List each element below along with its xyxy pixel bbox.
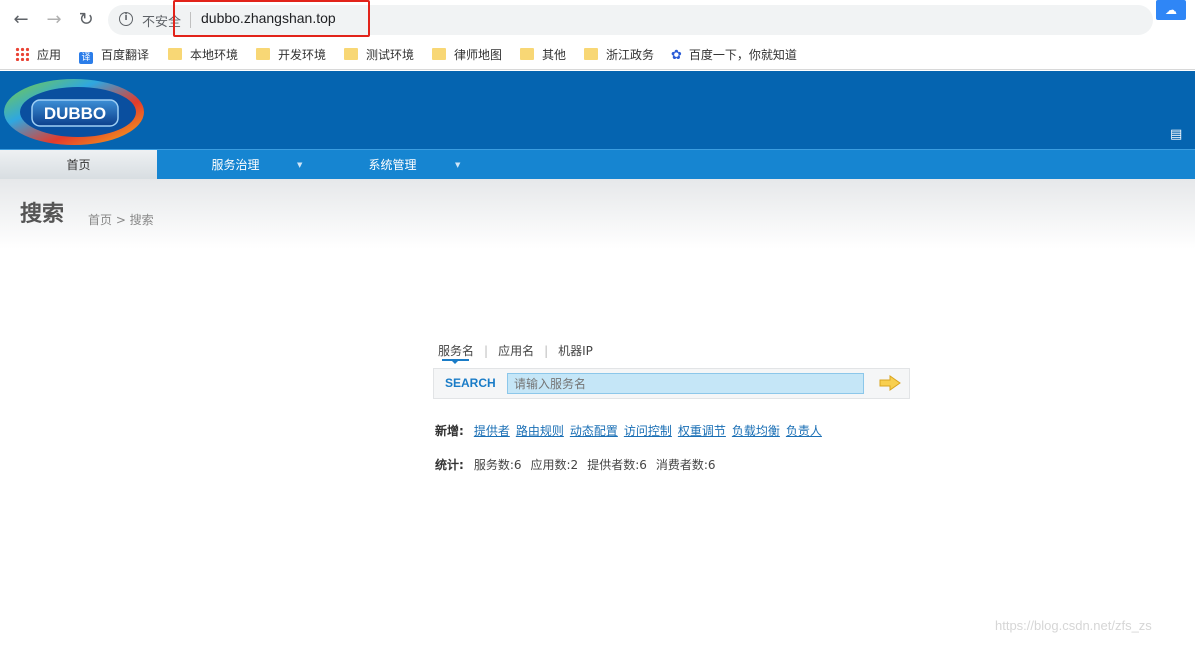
main-menu: 首页 服务治理 ▼ 系统管理 ▼ [0, 149, 1195, 180]
stat-services: 服务数:6 [473, 458, 522, 472]
menu-home[interactable]: 首页 [0, 150, 157, 180]
bookmark-label: 律师地图 [454, 48, 503, 62]
add-owner-link[interactable]: 负责人 [786, 424, 822, 438]
bookmark-dev-env[interactable]: 开发环境 [256, 46, 326, 62]
tab-service-name[interactable]: 服务名 [438, 342, 474, 359]
bookmark-baidu[interactable]: ✿ 百度一下，你就知道 [671, 46, 797, 63]
folder-icon [344, 48, 358, 60]
watermark: https://blog.csdn.net/zfs_zs [995, 618, 1152, 633]
info-icon[interactable]: i [119, 12, 133, 26]
search-tabs: 服务名 | 应用名 | 机器IP [438, 342, 593, 359]
bookmark-apps[interactable]: 应用 [15, 46, 61, 62]
url-highlight-box [173, 0, 370, 37]
reload-icon[interactable]: ↻ [75, 9, 97, 31]
bookmark-local-env[interactable]: 本地环境 [168, 46, 238, 62]
stat-applications: 应用数:2 [530, 458, 579, 472]
folder-icon [520, 48, 534, 60]
stats-label: 统计: [435, 458, 464, 472]
stat-consumers: 消费者数:6 [655, 458, 716, 472]
forward-arrow-icon[interactable]: → [43, 9, 65, 31]
breadcrumb[interactable]: 首页 > 搜索 [88, 211, 154, 228]
add-load-balance-link[interactable]: 负载均衡 [732, 424, 780, 438]
tab-machine-ip[interactable]: 机器IP [558, 342, 593, 359]
app-header: DUBBO ▤ [0, 71, 1195, 149]
add-label: 新增: [435, 424, 464, 438]
folder-icon [432, 48, 446, 60]
bookmark-baidu-translate[interactable]: 译百度翻译 [79, 46, 150, 64]
add-row: 新增: 提供者 路由规则 动态配置 访问控制 权重调节 负载均衡 负责人 [435, 422, 828, 439]
tab-app-name[interactable]: 应用名 [498, 342, 534, 359]
menu-service-governance[interactable]: 服务治理 [157, 150, 314, 180]
folder-icon [584, 48, 598, 60]
dubbo-logo[interactable]: DUBBO [2, 76, 146, 146]
bookmarks-bar: 应用 译百度翻译 本地环境 开发环境 测试环境 律师地图 其他 浙江政务 ✿ 百度… [0, 38, 1195, 70]
page-title: 搜索 [20, 202, 65, 227]
folder-icon [256, 48, 270, 60]
bookmark-test-env[interactable]: 测试环境 [344, 46, 414, 62]
stats-row: 统计: 服务数:6 应用数:2 提供者数:6 消费者数:6 [435, 456, 725, 473]
chevron-down-icon[interactable]: ▼ [297, 161, 302, 169]
back-arrow-icon[interactable]: ← [10, 9, 32, 31]
baidu-paw-icon: ✿ [671, 48, 682, 63]
search-input[interactable] [507, 373, 864, 394]
folder-icon [168, 48, 182, 60]
cloud-extension-icon[interactable]: ☁ [1156, 0, 1186, 20]
menu-system-management[interactable]: 系统管理 [314, 150, 471, 180]
bookmark-zj-gov[interactable]: 浙江政务 [584, 46, 654, 62]
bookmark-label: 开发环境 [278, 48, 327, 62]
bookmark-label: 本地环境 [190, 48, 239, 62]
arrow-right-icon[interactable] [879, 375, 901, 391]
stat-providers: 提供者数:6 [587, 458, 647, 472]
translate-icon: 译 [79, 52, 93, 64]
add-route-rule-link[interactable]: 路由规则 [516, 424, 564, 438]
search-label: SEARCH [445, 376, 496, 390]
title-area [0, 179, 1195, 249]
bookmark-label: 测试环境 [366, 48, 415, 62]
bookmark-label: 百度一下，你就知道 [688, 48, 797, 62]
chevron-down-icon[interactable]: ▼ [455, 161, 460, 169]
document-icon[interactable]: ▤ [1170, 127, 1182, 142]
add-provider-link[interactable]: 提供者 [474, 424, 510, 438]
active-tab-arrow [451, 360, 459, 364]
add-weight-link[interactable]: 权重调节 [678, 424, 726, 438]
bookmark-label: 百度翻译 [101, 48, 150, 62]
bookmark-label: 应用 [37, 48, 62, 62]
bookmark-other[interactable]: 其他 [520, 46, 566, 62]
tab-divider: | [544, 344, 549, 358]
bookmark-label: 其他 [542, 48, 567, 62]
browser-toolbar: ← → ↻ i 不安全 dubbo.zhangshan.top ☁ [0, 0, 1195, 38]
tab-divider: | [484, 344, 489, 358]
svg-text:DUBBO: DUBBO [44, 104, 106, 123]
apps-grid-icon [15, 47, 29, 61]
add-dynamic-config-link[interactable]: 动态配置 [570, 424, 618, 438]
add-access-control-link[interactable]: 访问控制 [624, 424, 672, 438]
bookmark-label: 浙江政务 [606, 48, 655, 62]
bookmark-lawyer-map[interactable]: 律师地图 [432, 46, 502, 62]
